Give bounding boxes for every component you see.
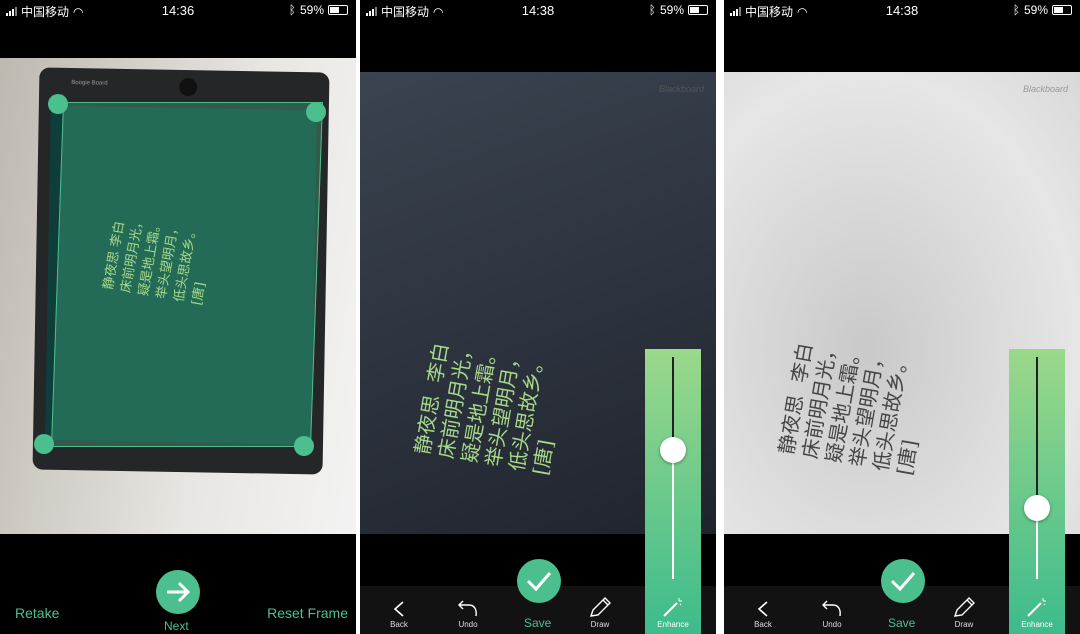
draw-button[interactable]: Draw (934, 596, 994, 629)
undo-button[interactable]: Undo (438, 598, 498, 629)
screen-enhance-light: 中国移动 ◠ 14:38 ᛒ 59% Blackboard 静夜思 李白 床前明月光，… (724, 0, 1080, 634)
status-bar: 中国移动 ◠ 14:38 ᛒ 59% (724, 0, 1080, 20)
save-label: Save (888, 616, 916, 630)
screen-enhance-dark: 中国移动 ◠ 14:38 ᛒ 59% Blackboard 静夜思 李白 床前明月光，… (360, 0, 716, 634)
checkmark-icon (890, 572, 916, 592)
save-button[interactable] (881, 559, 925, 603)
battery-icon (1052, 5, 1072, 15)
enhance-slider[interactable]: Enhance (645, 349, 701, 634)
undo-button[interactable]: Undo (802, 598, 862, 629)
retake-button[interactable]: Retake (15, 605, 59, 621)
bluetooth-icon: ᛒ (1012, 3, 1020, 17)
back-button[interactable]: Back (369, 600, 429, 629)
slider-knob[interactable] (1024, 494, 1050, 521)
checkmark-icon (526, 572, 552, 592)
screen-crop: 中国移动 ◠ 14:36 ᛒ 59% Boogie Board 静夜思 李白 床前明月… (0, 0, 356, 634)
handwriting: 静夜思 李白 床前明月光， 疑是地上霜。 举头望明月， 低头思故乡。 [唐] (774, 337, 922, 478)
status-bar: 中国移动 ◠ 14:38 ᛒ 59% (360, 0, 716, 20)
chevron-left-icon (393, 601, 404, 617)
battery-icon (328, 5, 348, 15)
bluetooth-icon: ᛒ (288, 3, 296, 17)
next-button[interactable] (156, 570, 200, 614)
camera-photo: Boogie Board 静夜思 李白 床前明月光， 疑是地上霜。 举头望明月， 低头思… (0, 58, 356, 534)
battery-percent: 59% (659, 3, 684, 17)
board-brand: Boogie Board (71, 80, 108, 87)
enhance-button[interactable]: Enhance (643, 596, 703, 629)
arrow-right-icon (167, 581, 191, 603)
draw-button[interactable]: Draw (570, 596, 630, 629)
slider-track[interactable] (672, 357, 674, 579)
pencil-icon (589, 597, 611, 617)
crop-handle-top-right[interactable] (306, 102, 326, 122)
pencil-icon (953, 597, 975, 617)
battery-percent: 59% (1023, 3, 1048, 17)
battery-percent: 59% (299, 3, 324, 17)
undo-icon (822, 600, 841, 617)
reset-frame-button[interactable]: Reset Frame (267, 605, 348, 621)
crop-handle-bottom-right[interactable] (294, 436, 314, 456)
next-label: Next (164, 619, 189, 633)
bluetooth-icon: ᛒ (648, 3, 656, 17)
magic-wand-icon (663, 598, 682, 617)
crop-handle-top-left[interactable] (48, 94, 68, 114)
save-button[interactable] (517, 559, 561, 603)
slider-knob[interactable] (660, 437, 686, 464)
watermark: Blackboard (1022, 84, 1068, 94)
enhance-slider[interactable]: Enhance (1009, 349, 1065, 634)
battery-icon (688, 5, 708, 15)
status-bar: 中国移动 ◠ 14:36 ᛒ 59% (0, 0, 356, 20)
chevron-left-icon (757, 601, 768, 617)
watermark: Blackboard (658, 84, 704, 94)
save-label: Save (524, 616, 552, 630)
slider-track[interactable] (1036, 357, 1038, 579)
handwriting: 静夜思 李白 床前明月光， 疑是地上霜。 举头望明月， 低头思故乡。 [唐] (410, 337, 558, 478)
back-button[interactable]: Back (733, 600, 793, 629)
undo-icon (458, 600, 477, 617)
enhance-button[interactable]: Enhance (1007, 596, 1067, 629)
magic-wand-icon (1027, 598, 1046, 617)
crop-handle-bottom-left[interactable] (34, 434, 54, 454)
